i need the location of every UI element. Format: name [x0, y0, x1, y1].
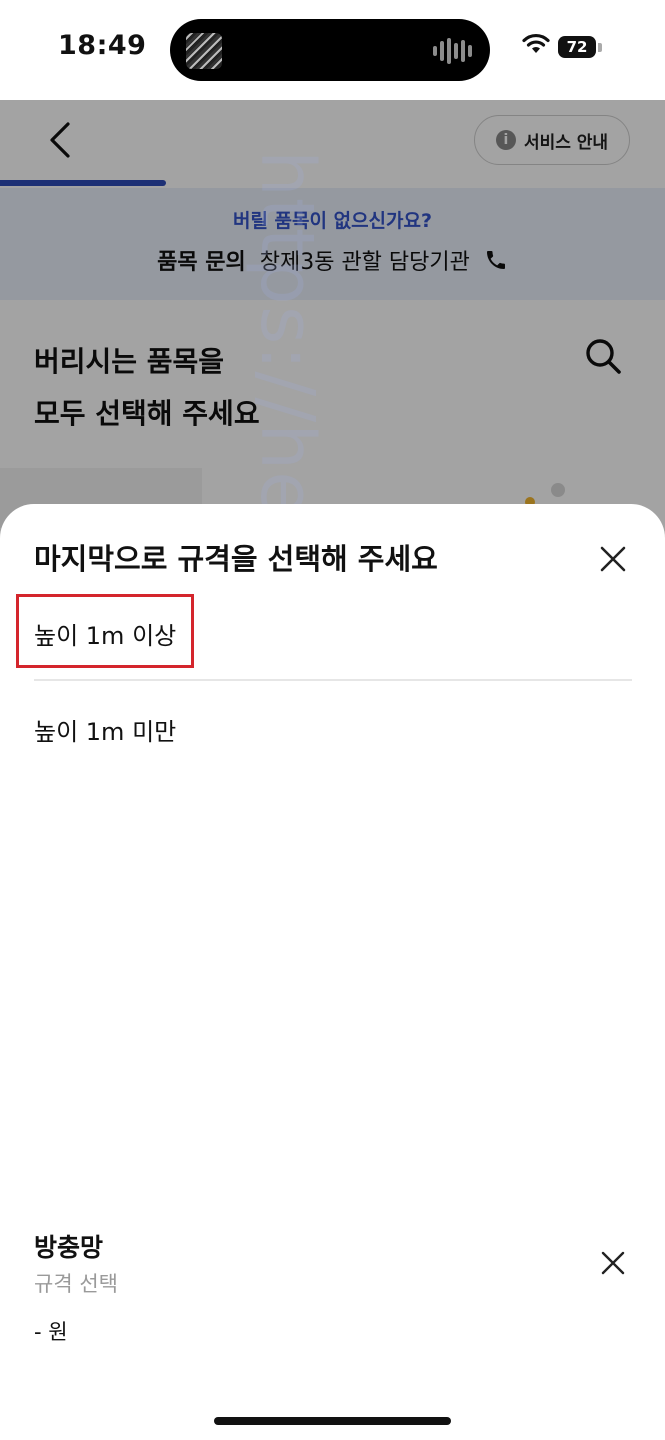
selected-item-name: 방충망: [34, 1233, 104, 1262]
remove-item-icon[interactable]: [598, 1248, 628, 1278]
audio-waveform-icon: [433, 38, 472, 64]
option-height-over-1m[interactable]: 높이 1m 이상: [34, 616, 176, 651]
wifi-icon: [522, 33, 550, 53]
status-bar: 18:49 72: [0, 0, 665, 100]
status-time: 18:49: [58, 30, 147, 61]
home-indicator[interactable]: [214, 1417, 451, 1425]
battery-cap: [598, 43, 602, 52]
dim-overlay[interactable]: [0, 100, 665, 540]
battery-icon: 72: [558, 36, 596, 58]
dynamic-island[interactable]: [170, 19, 490, 81]
selected-item-subtitle: 규격 선택: [34, 1272, 118, 1296]
option-height-under-1m[interactable]: 높이 1m 미만: [34, 712, 176, 747]
divider: [34, 679, 632, 681]
close-icon[interactable]: [596, 542, 630, 576]
sheet-title: 마지막으로 규격을 선택해 주세요: [34, 542, 438, 576]
album-art-icon: [186, 33, 222, 69]
selected-item-price: - 원: [34, 1320, 68, 1344]
